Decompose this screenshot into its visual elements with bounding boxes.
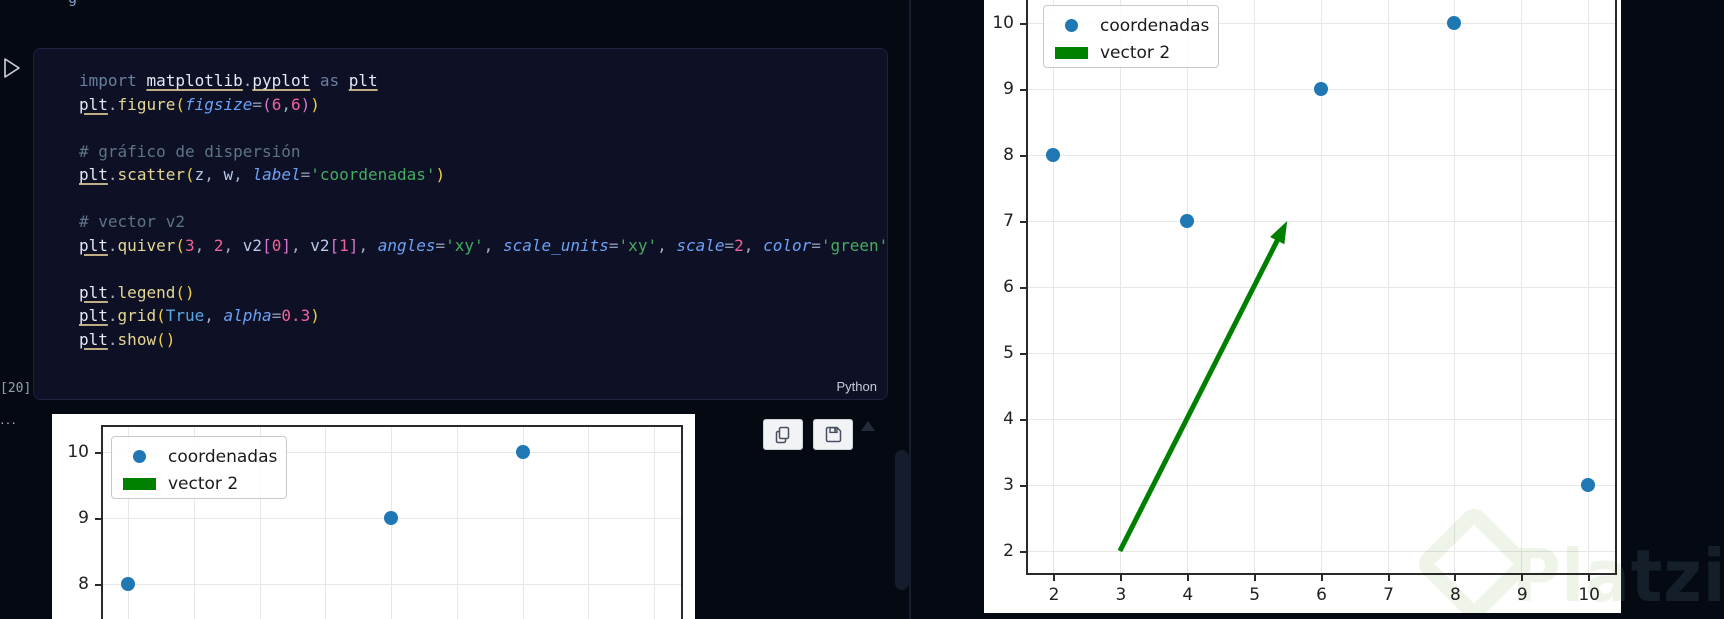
run-cell-icon[interactable] — [2, 56, 22, 80]
code-line: plt.grid(True, alpha=0.3) — [79, 306, 320, 325]
legend-entry: coordenadas — [121, 443, 278, 470]
y-tick — [95, 583, 101, 586]
code-line: plt.legend() — [79, 282, 195, 302]
legend-label: vector 2 — [1100, 42, 1171, 63]
execution-count-label: [20] — [0, 381, 32, 396]
save-output-button[interactable] — [813, 419, 853, 450]
legend-marker-swatch — [1054, 46, 1088, 59]
gridline-x — [654, 425, 655, 619]
axis-spine-left — [101, 425, 103, 619]
copy-output-button[interactable] — [763, 419, 803, 450]
code-line: import matplotlib.pyplot as plt — [79, 71, 378, 90]
quiver-arrow — [1117, 221, 1288, 553]
code-line: # vector v2 — [79, 212, 185, 231]
legend-label: coordenadas — [168, 446, 278, 467]
more-actions-ellipsis[interactable]: ··· — [0, 414, 17, 430]
legend-marker-swatch — [1064, 19, 1078, 32]
legend-rect-marker — [1053, 46, 1089, 59]
scroll-indicator-icon — [861, 421, 875, 431]
y-tick-label: 10 — [67, 442, 89, 462]
code-line: plt.quiver(3, 2, v2[0], v2[1], angles='x… — [79, 235, 888, 255]
code-line: plt.scatter(z, w, label='coordenadas') — [79, 165, 446, 184]
scatter-point — [384, 510, 398, 525]
clipped-previous-cell-text: g — [68, 0, 77, 7]
y-tick — [95, 452, 101, 454]
kernel-language-label: Python — [836, 379, 877, 394]
y-tick-label: 8 — [78, 573, 89, 594]
legend-entry: coordenadas — [1053, 12, 1210, 39]
copy-icon — [775, 426, 790, 443]
y-tick-label: 9 — [78, 507, 89, 528]
magnified-plot: 2 3 4 5 6 7 8 9 10 2 3 4 5 6 7 8 9 10 coordenadas vector 2P… — [984, 0, 1621, 613]
gridline-x — [456, 425, 458, 619]
legend-label: vector 2 — [168, 473, 239, 494]
notebook-screen: g import matplotlib.pyplot as plt plt.fig… — [0, 0, 1724, 619]
legend-dot-marker — [1053, 19, 1089, 32]
legend-rect-marker — [121, 477, 157, 490]
y-tick — [95, 517, 101, 520]
scatter-point — [515, 445, 530, 459]
gridline-x — [325, 425, 327, 619]
gridline-x — [588, 425, 590, 619]
legend-dot-marker — [121, 450, 157, 463]
code-line: plt.show() — [79, 329, 176, 349]
legend-entry: vector 2 — [121, 470, 276, 497]
code-editor[interactable]: import matplotlib.pyplot as plt plt.figur… — [79, 69, 888, 351]
legend-marker-swatch — [132, 450, 146, 463]
code-cell[interactable]: import matplotlib.pyplot as plt plt.figur… — [33, 48, 888, 400]
scatter-point — [121, 576, 135, 591]
legend-marker-swatch — [122, 477, 156, 490]
save-icon — [825, 426, 841, 443]
output-plot-small: 2345678910coordenadasvector 2 — [52, 414, 695, 619]
legend-label: coordenadas — [1100, 15, 1210, 36]
plot-legend: coordenadas vector 2 — [1043, 5, 1219, 68]
code-line: # gráfico de dispersión — [79, 141, 301, 161]
editor-scrollbar[interactable] — [895, 450, 909, 590]
panel-divider — [909, 0, 911, 619]
legend-entry: vector 2 — [1053, 39, 1208, 66]
axis-spine-right — [681, 425, 683, 619]
gridline-y — [101, 583, 681, 585]
code-line: plt.figure(figsize=(6,6)) — [79, 94, 320, 114]
plot-legend: coordenadas vector 2 — [111, 436, 287, 499]
axis-spine-top — [101, 425, 683, 427]
